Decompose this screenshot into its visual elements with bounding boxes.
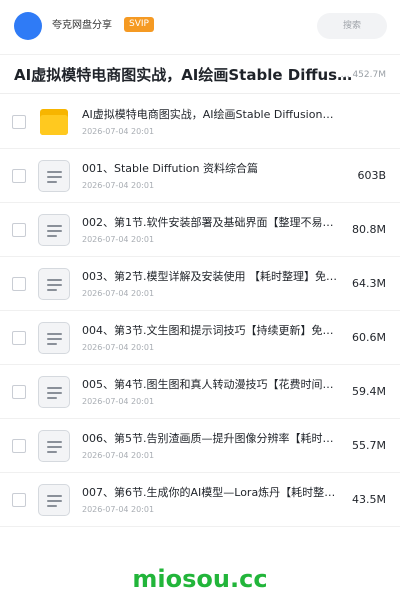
item-date: 2026-07-04 20:01	[82, 451, 155, 460]
row-checkbox[interactable]	[12, 439, 26, 453]
item-date: 2026-07-04 20:01	[82, 289, 155, 298]
item-size: 80.8M	[352, 223, 386, 236]
list-item[interactable]: AI虚拟模特电商图实战，AI绘画Stable Diffusion模特换装 202…	[0, 95, 400, 149]
item-size: 55.7M	[352, 439, 386, 452]
svip-badge: SVIP	[124, 17, 154, 32]
item-date: 2026-07-04 20:01	[82, 397, 155, 406]
row-checkbox[interactable]	[12, 385, 26, 399]
item-date: 2026-07-04 20:01	[82, 343, 155, 352]
document-icon	[38, 214, 70, 246]
row-checkbox[interactable]	[12, 169, 26, 183]
item-size: 60.6M	[352, 331, 386, 344]
list-item[interactable]: 002、第1节.软件安装部署及基础界面【整理不易】免费分享 2026-07-04…	[0, 203, 400, 257]
file-list: AI虚拟模特电商图实战，AI绘画Stable Diffusion模特换装 202…	[0, 95, 400, 527]
item-name: 007、第6节.生成你的AI模型—Lora炼丹【耗时整理】	[82, 486, 344, 499]
item-name: 004、第3节.文生图和提示词技巧【持续更新】免费分享	[82, 324, 344, 337]
document-icon	[38, 322, 70, 354]
list-item[interactable]: 006、第5节.告别渣画质—提升图像分辨率【耗时整理】 2026-07-04 2…	[0, 419, 400, 473]
row-checkbox[interactable]	[12, 223, 26, 237]
page-title: AI虚拟模特电商图实战，AI绘画Stable Diffusion模特换装	[14, 66, 354, 84]
item-date: 2026-07-04 20:01	[82, 505, 155, 514]
document-icon	[38, 160, 70, 192]
share-title-row: AI虚拟模特电商图实战，AI绘画Stable Diffusion模特换装 … 4…	[0, 54, 400, 94]
header-bar: 夸克网盘分享 SVIP 搜索	[0, 0, 400, 54]
document-icon	[38, 376, 70, 408]
item-size: 603B	[357, 169, 386, 182]
total-size: … 452.7M	[340, 70, 386, 80]
row-checkbox[interactable]	[12, 493, 26, 507]
item-date: 2026-07-04 20:01	[82, 235, 155, 244]
list-item[interactable]: 003、第2节.模型详解及安装使用 【耗时整理】免费分享 2026-07-04 …	[0, 257, 400, 311]
list-item[interactable]: 007、第6节.生成你的AI模型—Lora炼丹【耗时整理】 2026-07-04…	[0, 473, 400, 527]
item-name: 005、第4节.图生图和真人转动漫技巧【花费时间】免费分享	[82, 378, 344, 391]
item-date: 2026-07-04 20:01	[82, 127, 155, 136]
item-name: 003、第2节.模型详解及安装使用 【耗时整理】免费分享	[82, 270, 344, 283]
row-checkbox[interactable]	[12, 331, 26, 345]
user-name: 夸克网盘分享	[52, 20, 112, 31]
list-item[interactable]: 005、第4节.图生图和真人转动漫技巧【花费时间】免费分享 2026-07-04…	[0, 365, 400, 419]
list-item[interactable]: 001、Stable Diffution 资料综合篇 2026-07-04 20…	[0, 149, 400, 203]
item-name: 006、第5节.告别渣画质—提升图像分辨率【耗时整理】	[82, 432, 344, 445]
row-checkbox[interactable]	[12, 277, 26, 291]
watermark-text: miosou.cc	[132, 565, 268, 593]
row-checkbox[interactable]	[12, 115, 26, 129]
item-name: AI虚拟模特电商图实战，AI绘画Stable Diffusion模特换装	[82, 108, 344, 121]
folder-icon	[38, 106, 70, 138]
document-icon	[38, 268, 70, 300]
item-size: 59.4M	[352, 385, 386, 398]
item-name: 001、Stable Diffution 资料综合篇	[82, 162, 258, 175]
document-icon	[38, 484, 70, 516]
user-avatar[interactable]	[14, 12, 42, 40]
item-size: 43.5M	[352, 493, 386, 506]
item-name: 002、第1节.软件安装部署及基础界面【整理不易】免费分享	[82, 216, 344, 229]
search-button[interactable]: 搜索	[317, 13, 387, 39]
item-size: 64.3M	[352, 277, 386, 290]
list-item[interactable]: 004、第3节.文生图和提示词技巧【持续更新】免费分享 2026-07-04 2…	[0, 311, 400, 365]
item-date: 2026-07-04 20:01	[82, 181, 155, 190]
document-icon	[38, 430, 70, 462]
